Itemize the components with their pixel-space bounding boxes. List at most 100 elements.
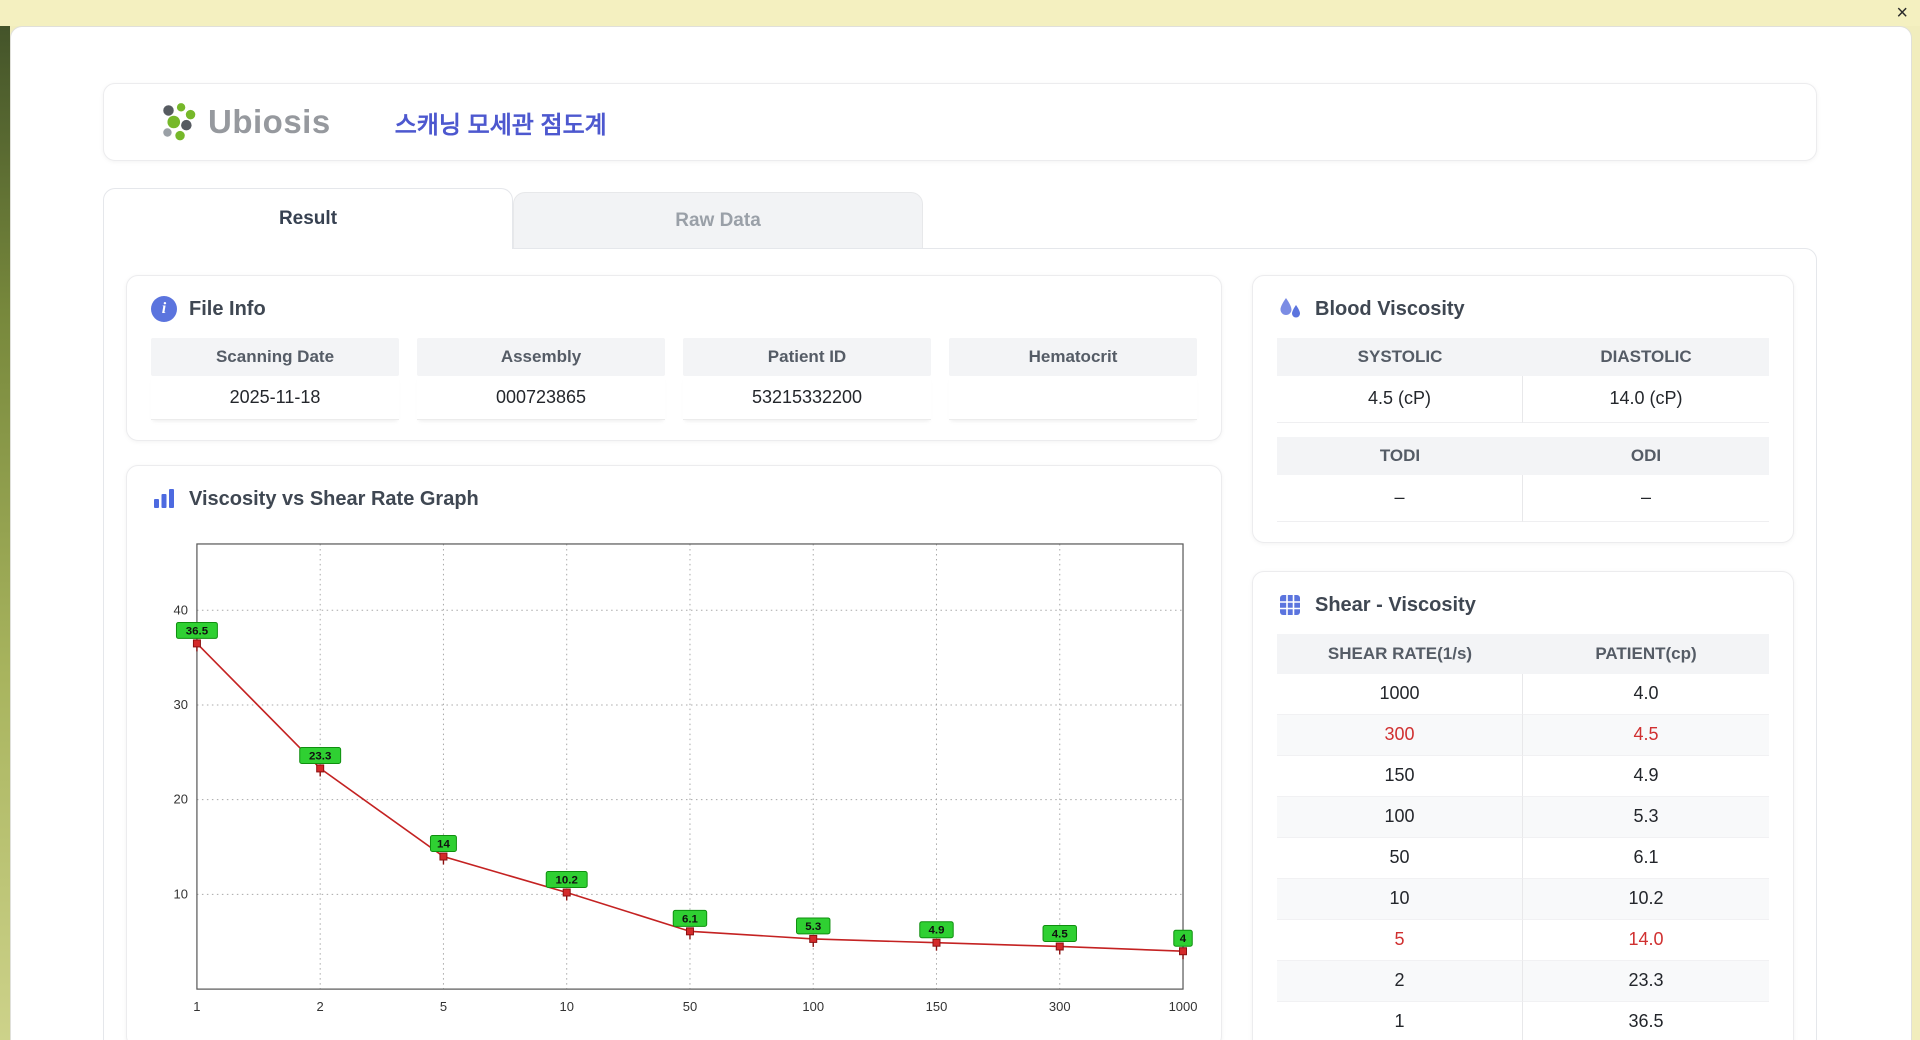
shear-table-header: SHEAR RATE(1/s) PATIENT(cp)	[1277, 634, 1769, 674]
patient-viscosity-cell: 4.9	[1523, 756, 1769, 797]
shear-rate-cell: 100	[1277, 797, 1523, 838]
app-header: Ubiosis 스캐닝 모세관 점도계	[103, 83, 1817, 161]
table-grid-icon	[1277, 592, 1303, 618]
result-panel: i File Info Scanning Date 2025-11-18 Ass…	[103, 248, 1817, 1040]
svg-text:50: 50	[683, 999, 697, 1014]
bv-diastolic-label: DIASTOLIC	[1523, 338, 1769, 376]
svg-text:4.9: 4.9	[929, 925, 945, 937]
svg-text:4.5: 4.5	[1052, 929, 1069, 941]
tab-result-label: Result	[278, 208, 338, 229]
svg-text:4: 4	[1180, 933, 1187, 945]
shear-rate-cell: 2	[1277, 961, 1523, 1002]
shear-rate-cell: 1000	[1277, 674, 1523, 715]
ubiosis-logo-icon	[158, 101, 200, 143]
brand-name: Ubiosis	[208, 103, 331, 140]
svg-text:100: 100	[802, 999, 824, 1014]
svg-text:150: 150	[926, 999, 948, 1014]
svg-text:300: 300	[1049, 999, 1071, 1014]
bv-systolic-label: SYSTOLIC	[1277, 338, 1523, 376]
tab-raw-data[interactable]: Raw Data	[513, 192, 923, 248]
shear-rate-cell: 300	[1277, 715, 1523, 756]
patient-viscosity-cell: 6.1	[1523, 838, 1769, 879]
svg-text:5: 5	[440, 999, 447, 1014]
shear-viscosity-title: Shear - Viscosity	[1315, 593, 1476, 616]
shear-table-row: 300 4.5	[1277, 715, 1769, 756]
bv-todi-value: –	[1277, 475, 1523, 522]
field-assembly: Assembly 000723865	[417, 338, 665, 420]
window-title-bar: ×	[0, 0, 1920, 26]
bv-value-row-2: – –	[1277, 475, 1769, 522]
field-value	[949, 376, 1197, 420]
field-patient-id: Patient ID 53215332200	[683, 338, 931, 420]
shear-table-row: 10 10.2	[1277, 879, 1769, 920]
viscosity-chart: 10 20 30 40 1 2 5 10 50 100 150 300 1000 36.5 23.3 14 10…	[174, 543, 1197, 1014]
field-label: Scanning Date	[151, 338, 399, 376]
shear-table-row: 100 5.3	[1277, 797, 1769, 838]
info-icon: i	[151, 296, 177, 322]
bv-odi-value: –	[1523, 475, 1769, 522]
bv-header-row-2: TODI ODI	[1277, 437, 1769, 475]
svg-text:5.3: 5.3	[805, 921, 821, 933]
svg-text:40: 40	[174, 602, 188, 617]
shear-viscosity-card: Shear - Viscosity SHEAR RATE(1/s) PATIEN…	[1252, 571, 1794, 1040]
svg-text:1000: 1000	[1169, 999, 1197, 1014]
shear-rate-cell: 1	[1277, 1002, 1523, 1040]
shear-table-row: 150 4.9	[1277, 756, 1769, 797]
patient-viscosity-cell: 23.3	[1523, 961, 1769, 1002]
file-info-fields: Scanning Date 2025-11-18 Assembly 000723…	[151, 338, 1197, 420]
close-icon[interactable]: ×	[1896, 1, 1908, 25]
patient-viscosity-cell: 36.5	[1523, 1002, 1769, 1040]
svg-text:6.1: 6.1	[682, 913, 699, 925]
svg-text:10.2: 10.2	[556, 875, 578, 887]
field-value: 000723865	[417, 376, 665, 420]
app-window: Ubiosis 스캐닝 모세관 점도계 Result Raw Data i Fi…	[10, 26, 1912, 1040]
svg-text:30: 30	[174, 697, 188, 712]
svg-text:2: 2	[317, 999, 324, 1014]
svg-text:20: 20	[174, 792, 188, 807]
tab-raw-data-label: Raw Data	[675, 209, 761, 231]
patient-viscosity-cell: 5.3	[1523, 797, 1769, 838]
bv-value-row-1: 4.5 (cP) 14.0 (cP)	[1277, 376, 1769, 423]
bv-todi-label: TODI	[1277, 437, 1523, 475]
shear-table-row: 1 36.5	[1277, 1002, 1769, 1040]
file-info-title: File Info	[189, 297, 266, 320]
patient-viscosity-cell: 10.2	[1523, 879, 1769, 920]
patient-viscosity-cell: 4.0	[1523, 674, 1769, 715]
shear-table-row: 2 23.3	[1277, 961, 1769, 1002]
desktop-background-edge	[0, 0, 10, 1040]
blood-viscosity-card: Blood Viscosity SYSTOLIC DIASTOLIC 4.5 (…	[1252, 275, 1794, 543]
patient-viscosity-cell: 14.0	[1523, 920, 1769, 961]
tab-result[interactable]: Result	[103, 188, 513, 249]
field-scanning-date: Scanning Date 2025-11-18	[151, 338, 399, 420]
shear-rate-cell: 10	[1277, 879, 1523, 920]
shear-rate-cell: 50	[1277, 838, 1523, 879]
bv-odi-label: ODI	[1523, 437, 1769, 475]
blood-viscosity-title: Blood Viscosity	[1315, 297, 1465, 320]
bv-diastolic-value: 14.0 (cP)	[1523, 376, 1769, 423]
page-title: 스캐닝 모세관 점도계	[394, 111, 607, 139]
field-value: 53215332200	[683, 376, 931, 420]
shear-rate-column-header: SHEAR RATE(1/s)	[1327, 644, 1473, 663]
field-label: Hematocrit	[949, 338, 1197, 376]
shear-table-row: 50 6.1	[1277, 838, 1769, 879]
shear-table-body: 1000 4.0 300 4.5 150 4.9 100 5.3 50 6.1 10 10.2 5 14.…	[1277, 674, 1769, 1040]
patient-viscosity-cell: 4.5	[1523, 715, 1769, 756]
svg-text:10: 10	[559, 999, 573, 1014]
field-label: Assembly	[417, 338, 665, 376]
bar-chart-icon	[151, 486, 177, 512]
svg-text:23.3: 23.3	[309, 750, 331, 762]
graph-title: Viscosity vs Shear Rate Graph	[189, 487, 479, 510]
tab-bar: Result Raw Data	[103, 187, 1817, 249]
file-info-card: i File Info Scanning Date 2025-11-18 Ass…	[126, 275, 1222, 441]
shear-table-row: 5 14.0	[1277, 920, 1769, 961]
brand-logo: Ubiosis	[158, 101, 331, 143]
shear-table-row: 1000 4.0	[1277, 674, 1769, 715]
svg-text:36.5: 36.5	[186, 625, 209, 637]
field-label: Patient ID	[683, 338, 931, 376]
patient-column-header: PATIENT(cp)	[1595, 644, 1697, 663]
svg-text:10: 10	[174, 886, 188, 901]
field-value: 2025-11-18	[151, 376, 399, 420]
shear-rate-cell: 150	[1277, 756, 1523, 797]
shear-rate-cell: 5	[1277, 920, 1523, 961]
bv-systolic-value: 4.5 (cP)	[1277, 376, 1523, 423]
